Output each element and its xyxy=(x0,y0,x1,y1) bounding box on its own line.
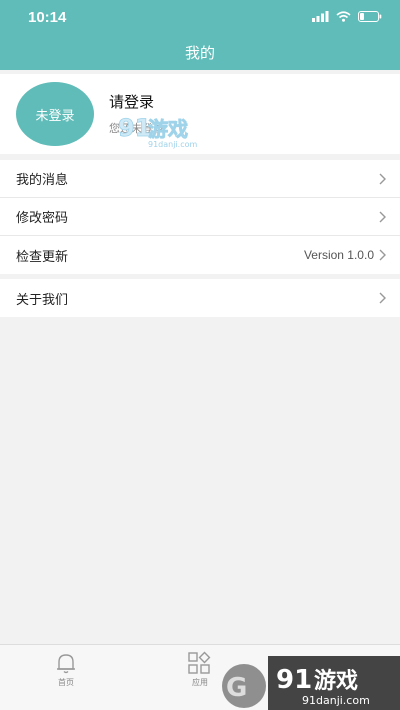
status-time: 10:14 xyxy=(28,9,67,26)
menu-item-messages[interactable]: 我的消息 xyxy=(0,160,400,198)
signal-icon xyxy=(312,11,329,22)
watermark-brand: 游戏 xyxy=(314,668,358,694)
battery-icon xyxy=(358,11,382,22)
bell-icon xyxy=(57,654,75,674)
tab-home-label: 首页 xyxy=(58,678,74,687)
menu-item-about[interactable]: 关于我们 xyxy=(0,279,400,317)
menu-item-change-password[interactable]: 修改密码 xyxy=(0,198,400,236)
svg-text:91: 91 xyxy=(276,665,312,695)
login-title[interactable]: 请登录 xyxy=(109,91,154,112)
svg-text:G: G xyxy=(226,673,247,703)
watermark-domain: 91danji.com xyxy=(302,694,370,707)
tab-home[interactable]: 首页 xyxy=(26,651,106,688)
menu-item-check-update[interactable]: 检查更新 Version 1.0.0 xyxy=(0,236,400,274)
chevron-right-icon xyxy=(379,211,386,223)
chevron-right-icon xyxy=(379,292,386,304)
menu-label-check-update: 检查更新 xyxy=(16,249,69,265)
avatar[interactable]: 未登录 xyxy=(16,82,94,146)
menu-group-main: 我的消息 修改密码 检查更新 Version 1.0.0 xyxy=(0,160,400,274)
menu-label-change-password: 修改密码 xyxy=(16,211,69,226)
chevron-right-icon xyxy=(379,173,386,185)
page-title: 我的 xyxy=(184,44,215,62)
tab-apps-label: 应用 xyxy=(192,678,208,687)
menu-group-about: 关于我们 xyxy=(0,279,400,317)
chevron-right-icon xyxy=(379,249,386,261)
menu-label-about: 关于我们 xyxy=(16,292,69,308)
watermark-brand-icon: G 91 游戏 91danji.com xyxy=(222,656,400,710)
avatar-label: 未登录 xyxy=(35,108,75,124)
wifi-icon xyxy=(336,11,351,22)
login-subtitle: 您还未登录 xyxy=(109,122,164,135)
status-bar: 10:14 xyxy=(0,0,400,34)
menu-label-messages: 我的消息 xyxy=(16,173,69,188)
login-card[interactable]: 未登录 请登录 您还未登录 xyxy=(0,74,400,154)
apps-grid-icon xyxy=(188,651,211,674)
status-icons xyxy=(312,11,382,22)
version-value: Version 1.0.0 xyxy=(303,248,374,262)
header: 10:14 我的 xyxy=(0,0,400,70)
